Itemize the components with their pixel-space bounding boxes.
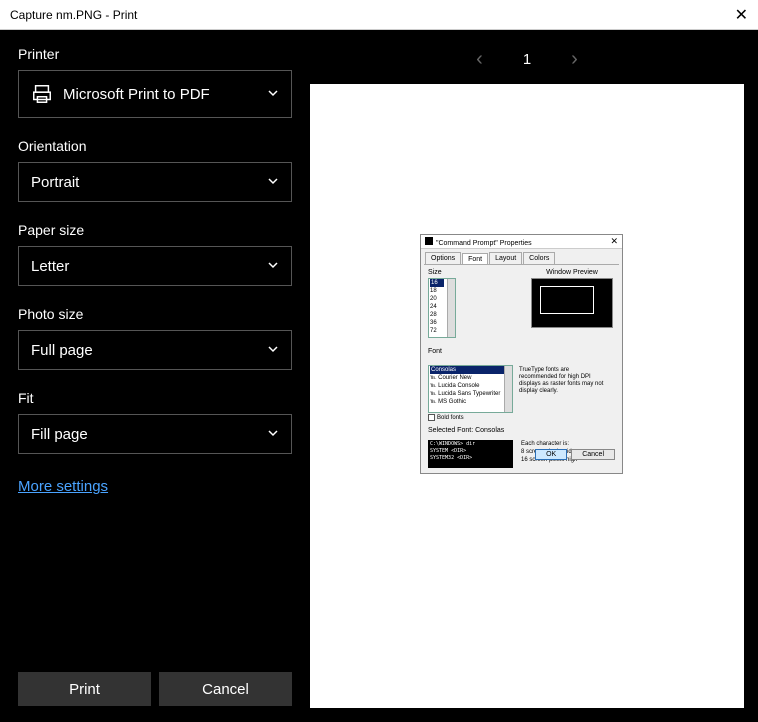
page-number: 1	[523, 51, 531, 68]
printer-group: Printer Microsoft Print to PDF	[18, 46, 292, 118]
preview-tab-body: Size 16 18 20 24 28 36 72	[424, 264, 619, 464]
close-button[interactable]: ✕	[708, 5, 748, 25]
tab-colors: Colors	[523, 252, 555, 264]
fit-value: Fill page	[31, 426, 88, 443]
chevron-down-icon	[267, 427, 279, 442]
size-listbox: 16 18 20 24 28 36 72	[428, 278, 456, 338]
tab-layout: Layout	[489, 252, 522, 264]
scrollbar	[504, 366, 512, 412]
selected-font-label: Selected Font: Consolas	[428, 427, 615, 434]
font-help-text: TrueType fonts are recommended for high …	[519, 365, 609, 421]
preview-panel: ‹ 1 › "Command Prompt" Properties ✕ Opti…	[310, 30, 758, 722]
scrollbar	[447, 279, 455, 337]
preview-dialog-titlebar: "Command Prompt" Properties ✕	[421, 235, 622, 249]
preview-button-row: OK Cancel	[535, 449, 615, 460]
papersize-value: Letter	[31, 258, 69, 275]
photosize-group: Photo size Full page	[18, 306, 292, 370]
next-page-icon[interactable]: ›	[571, 48, 578, 71]
papersize-group: Paper size Letter	[18, 222, 292, 286]
page-preview: "Command Prompt" Properties ✕ Options Fo…	[310, 84, 744, 708]
orientation-select[interactable]: Portrait	[18, 162, 292, 202]
chevron-down-icon	[267, 343, 279, 358]
cancel-button[interactable]: Cancel	[159, 672, 292, 706]
papersize-label: Paper size	[18, 222, 292, 238]
preview-dialog-close: ✕	[610, 236, 618, 247]
window-title: Capture nm.PNG - Print	[10, 8, 137, 22]
more-settings-link[interactable]: More settings	[18, 478, 292, 495]
chevron-down-icon	[267, 175, 279, 190]
orientation-value: Portrait	[31, 174, 79, 191]
photosize-value: Full page	[31, 342, 93, 359]
preview-ok-button: OK	[535, 449, 567, 460]
orientation-group: Orientation Portrait	[18, 138, 292, 202]
prev-page-icon[interactable]: ‹	[476, 48, 483, 71]
printer-value: Microsoft Print to PDF	[63, 86, 257, 103]
preview-dialog-title: "Command Prompt" Properties	[425, 237, 532, 247]
printer-label: Printer	[18, 46, 292, 62]
font-label: Font	[428, 348, 615, 355]
preview-tabs: Options Font Layout Colors	[421, 249, 622, 264]
font-sample: C:\WINDOWS> dir SYSTEM <DIR> SYSTEM32 <D…	[428, 440, 513, 468]
window-preview: Window Preview	[529, 269, 615, 328]
font-listbox: Consolas ℡ Courier New ℡ Lucida Console …	[428, 365, 513, 413]
page-nav: ‹ 1 ›	[310, 34, 744, 84]
photosize-select[interactable]: Full page	[18, 330, 292, 370]
fit-label: Fit	[18, 390, 292, 406]
button-row: Print Cancel	[18, 672, 292, 706]
cmd-icon	[425, 237, 433, 245]
fit-group: Fit Fill page	[18, 390, 292, 454]
preview-dialog: "Command Prompt" Properties ✕ Options Fo…	[420, 234, 623, 474]
preview-cancel-button: Cancel	[571, 449, 615, 460]
tab-options: Options	[425, 252, 461, 264]
printer-select[interactable]: Microsoft Print to PDF	[18, 70, 292, 118]
bold-checkbox: Bold fonts	[428, 414, 513, 421]
settings-panel: Printer Microsoft Print to PDF Orientati…	[0, 30, 310, 722]
printer-icon	[31, 83, 53, 105]
chevron-down-icon	[267, 259, 279, 274]
orientation-label: Orientation	[18, 138, 292, 154]
fit-select[interactable]: Fill page	[18, 414, 292, 454]
chevron-down-icon	[267, 87, 279, 102]
photosize-label: Photo size	[18, 306, 292, 322]
titlebar: Capture nm.PNG - Print ✕	[0, 0, 758, 30]
content: Printer Microsoft Print to PDF Orientati…	[0, 30, 758, 722]
papersize-select[interactable]: Letter	[18, 246, 292, 286]
print-button[interactable]: Print	[18, 672, 151, 706]
